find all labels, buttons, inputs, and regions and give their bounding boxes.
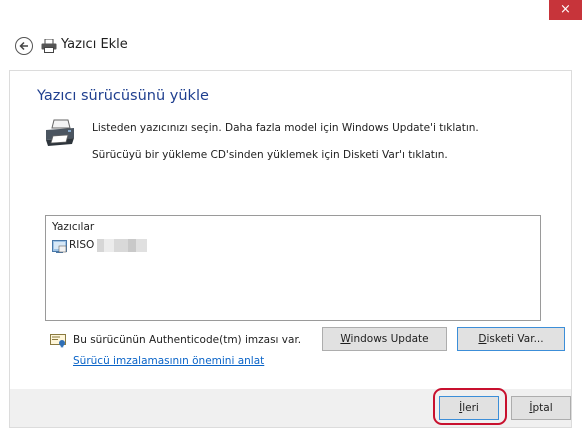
list-header: Yazıcılar [52, 221, 95, 233]
cancel-button[interactable]: İptal [511, 396, 571, 420]
add-printer-dialog: × Yazıcı Ekle Yazıcı sürücüsünü yükle Li… [0, 0, 582, 439]
list-item[interactable]: RISO [50, 238, 210, 255]
title-bar: × [0, 0, 582, 28]
have-disk-accesskey: D [478, 333, 487, 345]
signature-status-text: Bu sürücünün Authenticode(tm) imzası var… [73, 334, 302, 346]
certificate-icon [50, 333, 66, 352]
close-button[interactable]: × [549, 0, 582, 20]
printer-driver-icon [44, 118, 76, 152]
next-button-highlight [433, 388, 507, 425]
windows-update-accesskey: W [340, 333, 351, 345]
windows-update-button[interactable]: Windows Update [322, 327, 447, 351]
list-item-label: RISO [69, 239, 95, 251]
printer-list[interactable]: Yazıcılar RISO [45, 215, 541, 321]
printer-icon [52, 239, 67, 258]
signature-info-link[interactable]: Sürücü imzalamasının önemini anlat [73, 355, 264, 367]
have-disk-label: isketi Var... [486, 333, 544, 345]
instruction-text-1: Listeden yazıcınızı seçin. Daha fazla mo… [92, 122, 479, 134]
windows-update-label: indows Update [350, 333, 429, 345]
cancel-label: ptal [532, 402, 553, 414]
page-heading: Yazıcı sürücüsünü yükle [37, 88, 209, 104]
window-title: Yazıcı Ekle [61, 37, 128, 52]
have-disk-button[interactable]: Disketi Var... [457, 327, 565, 351]
printer-icon [41, 38, 57, 57]
instruction-text-2: Sürücüyü bir yükleme CD'sinden yüklemek … [92, 149, 448, 161]
back-arrow-icon[interactable] [15, 37, 33, 55]
redacted-text [97, 239, 147, 252]
